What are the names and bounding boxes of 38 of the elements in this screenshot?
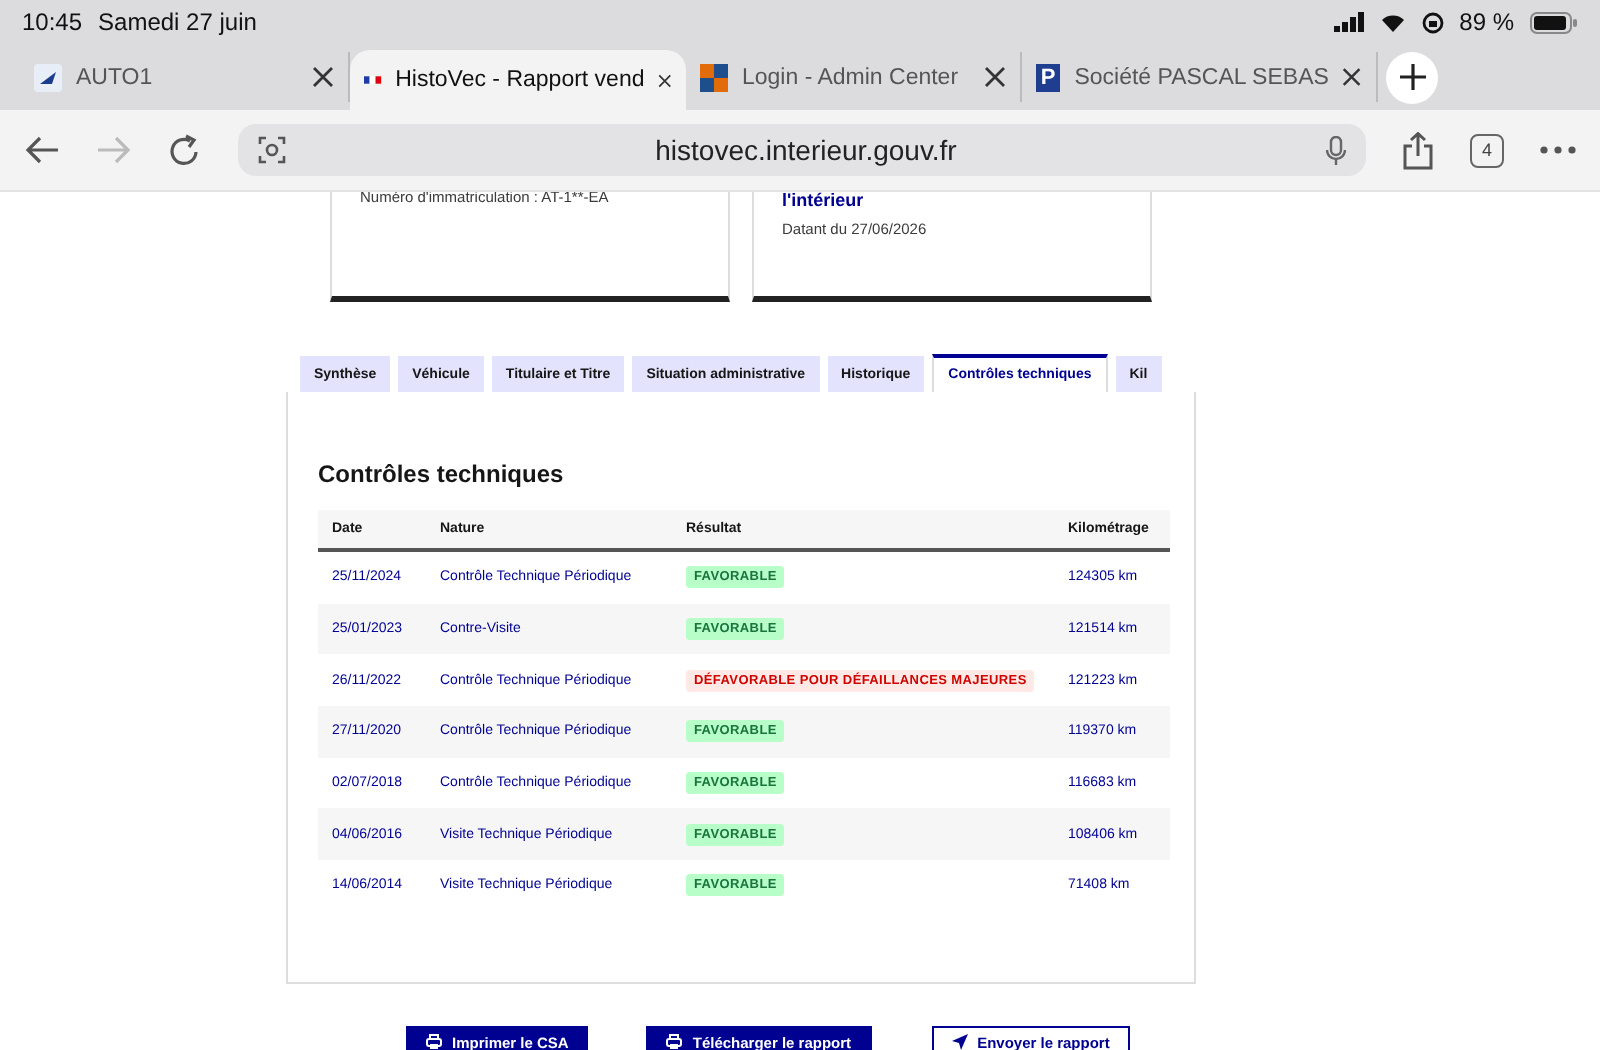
share-icon[interactable] xyxy=(1402,131,1434,169)
printer-icon xyxy=(666,1034,683,1050)
camera-scan-icon xyxy=(258,136,286,164)
wifi-icon xyxy=(1379,12,1406,32)
close-icon[interactable] xyxy=(984,66,1006,88)
letter-logo: P xyxy=(1036,63,1061,91)
tab-title: Login - Admin Center xyxy=(742,65,961,89)
microphone-icon[interactable] xyxy=(1326,135,1346,165)
arrow-logo-icon xyxy=(34,63,62,91)
printer-icon xyxy=(426,1034,442,1050)
send-arrow-icon xyxy=(951,1034,968,1050)
flag-icon xyxy=(364,70,382,90)
close-icon[interactable] xyxy=(312,66,334,88)
browser-tab[interactable]: AUTO1 xyxy=(20,52,350,102)
tab-title: Société PASCAL SEBAS xyxy=(1074,65,1329,89)
browser-tab[interactable]: P Société PASCAL SEBAS xyxy=(1022,52,1378,102)
battery-percentage: 89 % xyxy=(1459,8,1514,36)
card-heading: l'intérieur xyxy=(782,192,866,208)
battery-icon xyxy=(1530,11,1578,33)
clock-time: 10:45 xyxy=(22,8,83,36)
tab-title: HistoVec - Rapport vend xyxy=(395,68,645,92)
squares-logo-icon xyxy=(700,63,728,91)
section-title: Contrôles techniques xyxy=(318,460,566,488)
browser-tab[interactable]: HistoVec - Rapport vend xyxy=(350,50,686,110)
lock-rotation-icon xyxy=(1421,11,1444,33)
browser-tab[interactable]: Login - Admin Center xyxy=(686,52,1022,102)
address-bar[interactable]: histovec.interieur.gouv.fr xyxy=(238,124,1366,176)
status-date: Samedi 27 juin xyxy=(98,8,257,36)
more-icon[interactable] xyxy=(1540,146,1576,154)
cellular-signal-icon xyxy=(1333,12,1364,32)
close-icon[interactable] xyxy=(1342,66,1362,88)
new-tab-button[interactable] xyxy=(1386,51,1438,103)
tab-title: AUTO1 xyxy=(76,65,155,89)
back-arrow-icon[interactable] xyxy=(24,136,60,164)
tab-count-button[interactable]: 4 xyxy=(1470,133,1504,167)
plus-icon xyxy=(1399,64,1425,90)
reload-icon[interactable] xyxy=(168,133,202,167)
close-icon[interactable] xyxy=(658,69,672,91)
